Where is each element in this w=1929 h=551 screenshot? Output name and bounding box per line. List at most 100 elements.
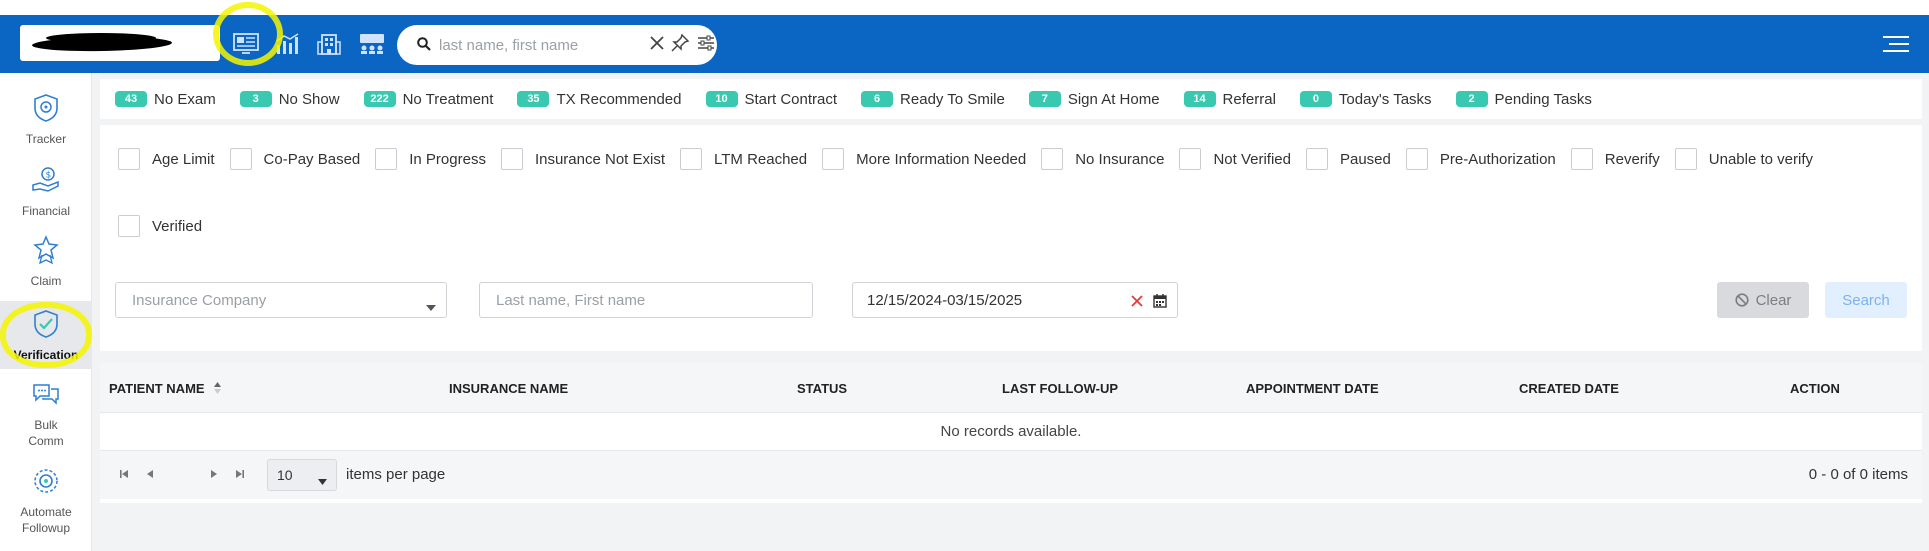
chip-no-treatment[interactable]: 222 No Treatment: [363, 90, 494, 108]
search-button[interactable]: Search: [1825, 282, 1907, 318]
column-header-patient-name[interactable]: PATIENT NAME: [109, 381, 222, 397]
checkbox-verified[interactable]: Verified: [118, 215, 202, 237]
column-header-insurance-name[interactable]: INSURANCE NAME: [449, 381, 568, 396]
sort-icon[interactable]: [214, 382, 222, 397]
checkbox-ltm-reached[interactable]: LTM Reached: [680, 148, 807, 170]
chip-no-exam[interactable]: 43 No Exam: [115, 91, 216, 108]
checkbox-box[interactable]: [375, 148, 398, 170]
checkbox-label: LTM Reached: [714, 150, 808, 168]
sidebar-item-label: Bulk Comm: [28, 418, 64, 448]
team-icon[interactable]: [359, 31, 385, 57]
column-header-action: ACTION: [1790, 381, 1840, 396]
sidebar-item-verification[interactable]: Verification: [0, 301, 92, 369]
status-checkbox-row: Age Limit Co-Pay Based In Progress Insur…: [118, 148, 1828, 170]
building-icon[interactable]: [316, 31, 342, 57]
sidebar-item-tracker[interactable]: Tracker: [0, 93, 92, 147]
column-header-label: PATIENT NAME: [109, 381, 205, 396]
filter-settings-icon[interactable]: [697, 35, 715, 55]
sidebar-item-automate-followup[interactable]: Automate Followup: [0, 466, 92, 536]
checkbox-box[interactable]: [118, 148, 140, 170]
checkbox-box[interactable]: [680, 148, 703, 170]
checkbox-reverify[interactable]: Reverify: [1570, 148, 1660, 170]
practice-selector[interactable]: [20, 25, 220, 61]
last-page-icon[interactable]: [233, 467, 247, 481]
chevron-down-icon: [318, 472, 327, 488]
checkbox-label: More Information Needed: [856, 150, 1027, 168]
sidebar: Tracker $ Financial Claim Verification B…: [0, 73, 92, 551]
insurance-company-select[interactable]: Insurance Company: [115, 282, 447, 318]
patient-search-box[interactable]: [397, 25, 717, 65]
chip-label: No Show: [278, 90, 340, 108]
sidebar-item-bulk-comm[interactable]: Bulk Comm: [0, 379, 92, 449]
checkbox-box[interactable]: [1674, 148, 1697, 170]
checkbox-box[interactable]: [1041, 148, 1064, 170]
clear-button[interactable]: Clear: [1717, 282, 1809, 318]
page-size-select[interactable]: 10: [267, 459, 337, 491]
search-input[interactable]: [439, 36, 639, 54]
checkbox-unable-to-verify[interactable]: Unable to verify: [1674, 148, 1813, 170]
checkbox-box[interactable]: [1570, 148, 1593, 170]
date-range-picker[interactable]: 12/15/2024-03/15/2025: [852, 282, 1178, 318]
top-bar: [0, 15, 1929, 73]
calendar-icon[interactable]: [1153, 293, 1167, 312]
checkbox-label: Insurance Not Exist: [534, 150, 666, 168]
checkbox-label: No Insurance: [1075, 150, 1165, 168]
chip-count: 0: [1299, 91, 1332, 107]
column-header-appointment-date[interactable]: APPOINTMENT DATE: [1246, 381, 1379, 396]
sidebar-item-claim[interactable]: Claim: [0, 235, 92, 289]
checkbox-no-insurance[interactable]: No Insurance: [1041, 148, 1164, 170]
checkbox-not-verified[interactable]: Not Verified: [1179, 148, 1291, 170]
checkbox-box[interactable]: [1305, 148, 1328, 170]
column-header-created-date[interactable]: CREATED DATE: [1519, 381, 1619, 396]
checkbox-box[interactable]: [1179, 148, 1202, 170]
chip-todays-tasks[interactable]: 0 Today's Tasks: [1299, 91, 1432, 108]
chip-label: No Treatment: [402, 90, 494, 108]
checkbox-box[interactable]: [118, 215, 140, 237]
checkbox-insurance-not-exist[interactable]: Insurance Not Exist: [500, 148, 666, 170]
checkbox-label: Unable to verify: [1708, 150, 1813, 168]
chip-pending-tasks[interactable]: 2 Pending Tasks: [1455, 91, 1592, 108]
chip-referral[interactable]: 14 Referral: [1183, 91, 1276, 108]
search-icon: [417, 36, 431, 55]
filter-panel: Age Limit Co-Pay Based In Progress Insur…: [100, 125, 1922, 351]
checkbox-pre-authorization[interactable]: Pre-Authorization: [1405, 148, 1556, 170]
patient-name-input[interactable]: Last name, First name: [479, 282, 813, 318]
next-page-icon[interactable]: [207, 467, 221, 481]
chip-sign-at-home[interactable]: 7 Sign At Home: [1028, 91, 1160, 108]
chip-count: 7: [1028, 91, 1061, 107]
checkbox-box[interactable]: [229, 148, 252, 170]
checkbox-in-progress[interactable]: In Progress: [375, 148, 486, 170]
chip-tx-recommended[interactable]: 35 TX Recommended: [517, 91, 682, 108]
checkbox-box[interactable]: [1405, 148, 1428, 170]
clear-search-icon[interactable]: [649, 35, 665, 55]
chip-ready-to-smile[interactable]: 6 Ready To Smile: [861, 91, 1005, 108]
tracker-icon: [31, 93, 61, 127]
checkbox-age-limit[interactable]: Age Limit: [118, 148, 215, 170]
chip-start-contract[interactable]: 10 Start Contract: [705, 91, 837, 108]
hamburger-menu-icon[interactable]: [1881, 33, 1911, 55]
checkbox-more-information-needed[interactable]: More Information Needed: [822, 148, 1026, 170]
pin-icon[interactable]: [671, 33, 690, 56]
reports-chart-icon[interactable]: [275, 31, 301, 57]
chip-no-show[interactable]: 3 No Show: [239, 90, 340, 108]
main-content: 43 No Exam 3 No Show 222 No Treatment 35 TX …: [92, 73, 1929, 551]
sidebar-item-label: Financial: [21, 204, 71, 218]
column-header-status[interactable]: STATUS: [797, 381, 847, 396]
chip-count: 3: [239, 91, 272, 107]
column-header-last-follow-up[interactable]: LAST FOLLOW-UP: [1002, 381, 1118, 396]
checkbox-box[interactable]: [500, 148, 523, 170]
checkbox-paused[interactable]: Paused: [1305, 148, 1391, 170]
date-range-value: 12/15/2024-03/15/2025: [867, 291, 1023, 309]
checkbox-co-pay-based[interactable]: Co-Pay Based: [229, 148, 361, 170]
chip-count: 35: [517, 91, 550, 107]
checkbox-box[interactable]: [822, 148, 845, 170]
checkbox-label: Co-Pay Based: [263, 150, 361, 168]
first-page-icon[interactable]: [117, 467, 131, 481]
verification-grid: PATIENT NAME INSURANCE NAME STATUS LAST …: [100, 363, 1922, 503]
dashboard-icon[interactable]: [233, 31, 259, 57]
chip-count: 14: [1183, 91, 1216, 107]
previous-page-icon[interactable]: [143, 467, 157, 481]
sidebar-item-financial[interactable]: $ Financial: [0, 165, 92, 219]
sidebar-item-label: Tracker: [25, 132, 67, 146]
clear-date-icon[interactable]: [1131, 294, 1143, 311]
